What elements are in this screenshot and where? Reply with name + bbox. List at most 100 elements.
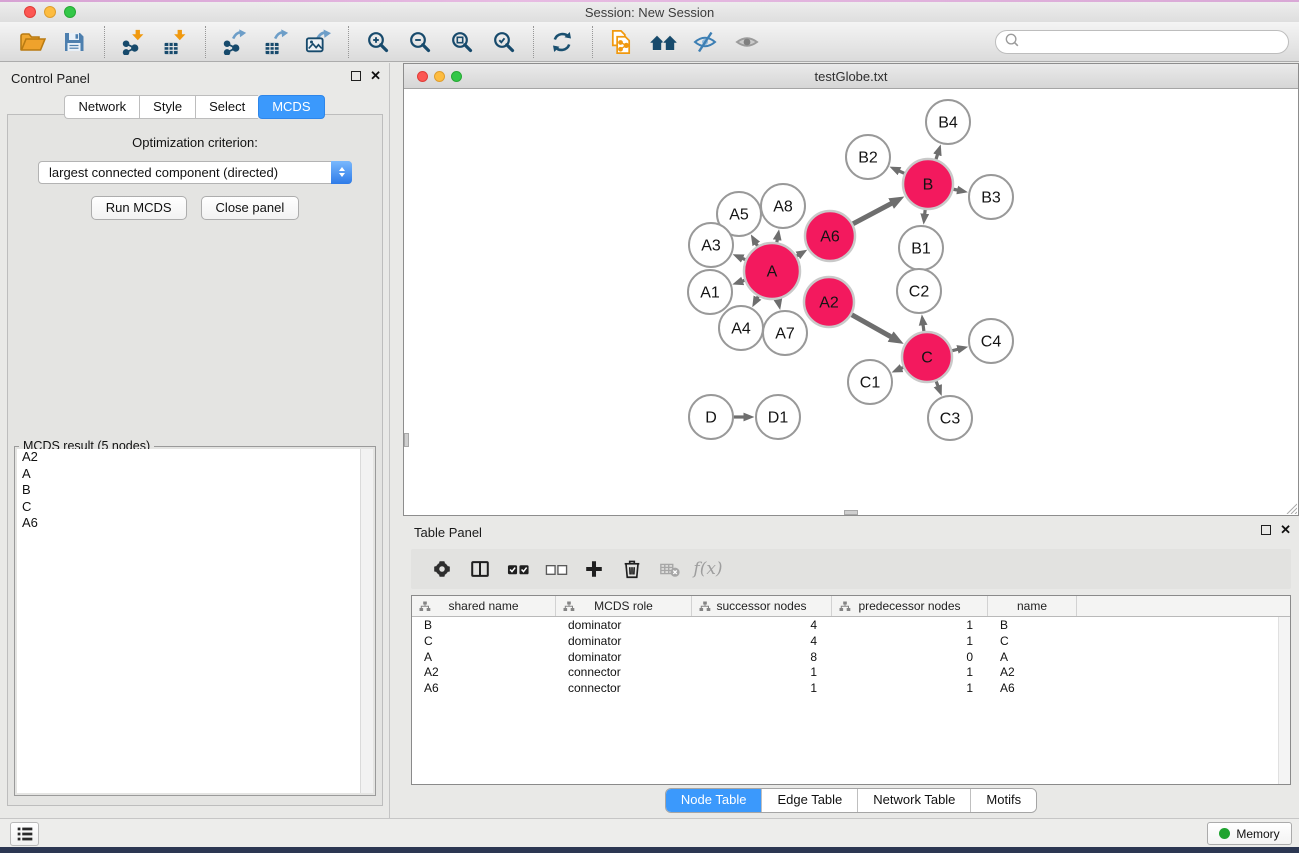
edge-A-A4[interactable] [757, 296, 758, 298]
tab-select[interactable]: Select [195, 95, 258, 119]
node-A[interactable]: A [744, 243, 800, 299]
export-image-icon[interactable] [300, 24, 336, 60]
edge-C-C4[interactable] [952, 349, 958, 350]
task-history-button[interactable] [10, 822, 39, 846]
column-header-successor-nodes[interactable]: successor nodes [692, 596, 832, 616]
import-table-icon[interactable] [157, 24, 193, 60]
result-list-item[interactable]: A [17, 466, 373, 483]
network-canvas[interactable]: AA5A8A3A1A4A7A6A2BB2B4B3B1CC2C4C1C3DD1 [404, 89, 1298, 515]
node-D[interactable]: D [689, 395, 733, 439]
hide-selected-icon[interactable] [687, 24, 723, 60]
edge-A6-B[interactable] [853, 203, 892, 224]
apply-layout-icon[interactable] [544, 24, 580, 60]
delete-table-icon[interactable] [651, 552, 689, 586]
result-list-item[interactable]: C [17, 499, 373, 516]
table-row[interactable]: A6connector11A6 [412, 680, 1290, 696]
table-cell[interactable]: connector [556, 680, 692, 696]
zoom-selected-icon[interactable] [485, 24, 521, 60]
table-cell[interactable]: 1 [692, 680, 832, 696]
node-D1[interactable]: D1 [756, 395, 800, 439]
node-C4[interactable]: C4 [969, 319, 1013, 363]
column-header-name[interactable]: name [988, 596, 1077, 616]
select-all-columns-icon[interactable] [499, 552, 537, 586]
table-cell[interactable]: dominator [556, 649, 692, 665]
table-cell[interactable]: dominator [556, 617, 692, 633]
zoom-out-icon[interactable] [401, 24, 437, 60]
table-cell[interactable]: 1 [692, 664, 832, 680]
zoom-in-icon[interactable] [359, 24, 395, 60]
table-cell[interactable]: C [988, 633, 1077, 649]
edge-A-A5[interactable] [756, 243, 757, 245]
node-C[interactable]: C [902, 332, 952, 382]
save-session-icon[interactable] [56, 24, 92, 60]
node-C2[interactable]: C2 [897, 269, 941, 313]
import-network-icon[interactable] [115, 24, 151, 60]
table-cell[interactable]: 4 [692, 617, 832, 633]
table-cell[interactable]: A [412, 649, 556, 665]
table-cell[interactable]: dominator [556, 633, 692, 649]
table-row[interactable]: Cdominator41C [412, 633, 1290, 649]
result-list-item[interactable]: A6 [17, 515, 373, 532]
show-columns-icon[interactable] [461, 552, 499, 586]
node-A4[interactable]: A4 [719, 306, 763, 350]
dropdown-stepper-icon[interactable] [331, 161, 352, 184]
node-B1[interactable]: B1 [899, 226, 943, 270]
node-A2[interactable]: A2 [804, 277, 854, 327]
node-B4[interactable]: B4 [926, 100, 970, 144]
close-panel-icon[interactable]: ✕ [370, 70, 381, 81]
new-network-from-selection-icon[interactable] [603, 24, 639, 60]
edge-A-A6[interactable] [797, 255, 798, 256]
tab-motifs[interactable]: Motifs [971, 789, 1036, 812]
table-row[interactable]: Bdominator41B [412, 617, 1290, 633]
show-hidden-icon[interactable] [729, 24, 765, 60]
zoom-fit-icon[interactable] [443, 24, 479, 60]
network-window-titlebar[interactable]: testGlobe.txt [404, 64, 1298, 89]
first-neighbors-icon[interactable] [645, 24, 681, 60]
table-cell[interactable]: B [412, 617, 556, 633]
node-C3[interactable]: C3 [928, 396, 972, 440]
node-C1[interactable]: C1 [848, 360, 892, 404]
table-cell[interactable]: A6 [988, 680, 1077, 696]
delete-columns-icon[interactable] [613, 552, 651, 586]
open-session-icon[interactable] [14, 24, 50, 60]
edge-A2-C[interactable] [852, 315, 892, 337]
table-cell[interactable]: A2 [412, 664, 556, 680]
float-table-panel-icon[interactable] [1261, 525, 1271, 535]
run-mcds-button[interactable]: Run MCDS [91, 196, 187, 220]
search-input[interactable] [1025, 35, 1288, 49]
edge-C-C1[interactable] [901, 367, 903, 368]
tab-style[interactable]: Style [139, 95, 195, 119]
criterion-dropdown[interactable]: largest connected component (directed) [38, 161, 352, 184]
edge-A-A3[interactable] [742, 258, 745, 259]
table-cell[interactable]: A6 [412, 680, 556, 696]
edge-B-B4[interactable] [936, 154, 938, 159]
create-column-icon[interactable] [575, 552, 613, 586]
table-cell[interactable]: A [988, 649, 1077, 665]
edge-C-C2[interactable] [923, 325, 924, 331]
node-A8[interactable]: A8 [761, 184, 805, 228]
search-field[interactable] [995, 30, 1289, 54]
tab-node-table[interactable]: Node Table [666, 789, 763, 812]
node-A1[interactable]: A1 [688, 270, 732, 314]
table-cell[interactable]: 1 [832, 680, 988, 696]
table-cell[interactable]: A2 [988, 664, 1077, 680]
tab-mcds[interactable]: MCDS [258, 95, 324, 119]
table-cell[interactable]: B [988, 617, 1077, 633]
node-B[interactable]: B [903, 159, 953, 209]
tab-edge-table[interactable]: Edge Table [762, 789, 858, 812]
edge-A-A1[interactable] [742, 280, 744, 281]
edge-C-C3[interactable] [936, 381, 938, 386]
close-table-panel-icon[interactable]: ✕ [1280, 524, 1291, 535]
table-row[interactable]: A2connector11A2 [412, 664, 1290, 680]
tab-network[interactable]: Network [64, 95, 139, 119]
table-row[interactable]: Adominator80A [412, 649, 1290, 665]
edge-B-B2[interactable] [899, 171, 904, 173]
canvas-left-scroll-thumb[interactable] [404, 433, 409, 447]
node-A3[interactable]: A3 [689, 223, 733, 267]
table-cell[interactable]: 8 [692, 649, 832, 665]
table-cell[interactable]: 1 [832, 633, 988, 649]
column-header-MCDS-role[interactable]: MCDS role [556, 596, 692, 616]
unselect-all-columns-icon[interactable] [537, 552, 575, 586]
column-header-predecessor-nodes[interactable]: predecessor nodes [832, 596, 988, 616]
table-cell[interactable]: 0 [832, 649, 988, 665]
